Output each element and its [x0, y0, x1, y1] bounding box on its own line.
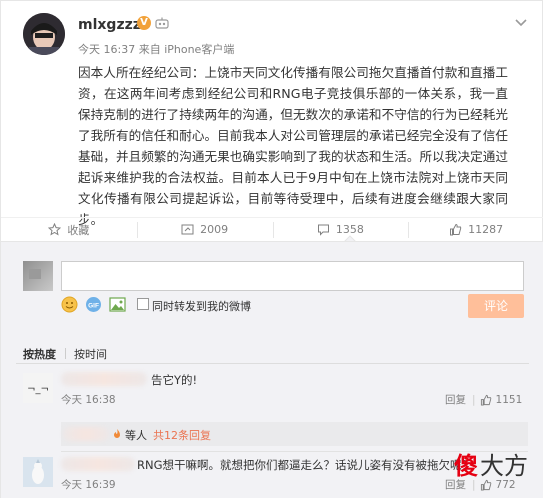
- divider: [16, 363, 529, 364]
- watermark-main: 傻: [454, 451, 478, 480]
- submit-comment-button[interactable]: 评论: [468, 294, 524, 318]
- tab-sort-time[interactable]: 按时间: [74, 346, 107, 362]
- chevron-down-icon[interactable]: [514, 15, 528, 29]
- like-button[interactable]: 11287: [408, 218, 543, 241]
- fire-icon: [114, 429, 120, 438]
- reply-prefix: 等人: [125, 429, 147, 442]
- comment-icon: [317, 224, 329, 236]
- image-icon[interactable]: [109, 296, 126, 313]
- star-icon: [48, 223, 62, 236]
- comment-text: RNG想干嘛啊。就想把你们都逼走么？话说儿姿有没有被拖欠呢？: [137, 458, 474, 472]
- robot-icon: [155, 17, 169, 29]
- blurred-username: [61, 372, 147, 386]
- comment-like-count: 1151: [495, 393, 523, 406]
- share-checkbox[interactable]: [137, 298, 149, 310]
- emoji-icon[interactable]: [61, 296, 78, 313]
- sort-bar: 按热度 按时间: [1, 340, 543, 364]
- commenter-avatar[interactable]: ¬_¬: [23, 373, 53, 403]
- favorite-label: 收藏: [67, 223, 90, 237]
- favorite-button[interactable]: 收藏: [1, 218, 137, 241]
- svg-text:GIF: GIF: [88, 303, 99, 310]
- thumbs-up-icon[interactable]: [480, 394, 492, 406]
- verified-badge-icon: V: [137, 16, 151, 30]
- comment-button[interactable]: 1358: [272, 218, 409, 241]
- repost-button[interactable]: 2009: [136, 218, 273, 241]
- action-bar: 收藏 2009 1358 11287: [1, 217, 543, 241]
- watermark-sub: 大方: [480, 452, 528, 480]
- username[interactable]: mlxgzzz: [78, 17, 141, 33]
- tab-sort-hot[interactable]: 按热度: [23, 346, 56, 362]
- post-content: 因本人所在经纪公司：上饶市天同文化传播有限公司拖欠直播首付款和直播工资，在这两年…: [78, 65, 508, 227]
- commenter-avatar[interactable]: [23, 457, 53, 487]
- divider: [65, 348, 66, 359]
- site-watermark-logo: 傻 大方: [454, 446, 528, 481]
- repost-icon: [181, 224, 194, 235]
- thumbs-up-icon: [450, 223, 462, 236]
- divider: |: [472, 393, 476, 406]
- weibo-post-card: mlxgzzz V 今天 16:37 来自 iPhone客户端 因本人所在经纪公…: [0, 0, 543, 498]
- comment-time: 今天 16:39: [61, 479, 116, 491]
- comment-actions: 回复 | 1151: [445, 392, 522, 407]
- like-count: 11287: [468, 223, 504, 236]
- comment-text: 告它Y的!: [151, 373, 198, 387]
- comment-time: 今天 16:38: [61, 394, 116, 406]
- sub-reply-summary[interactable]: 等人 共12条回复: [61, 422, 528, 446]
- post-time[interactable]: 今天 16:37: [78, 43, 135, 56]
- repost-count: 2009: [200, 223, 229, 236]
- post-meta: 今天 16:37 来自 iPhone客户端: [78, 41, 234, 57]
- post-source: 来自 iPhone客户端: [138, 43, 235, 56]
- share-label: 同时转发到我的微博: [152, 300, 251, 313]
- reply-button[interactable]: 回复: [445, 392, 466, 407]
- blurred-username: [63, 427, 109, 441]
- gif-icon[interactable]: GIF: [85, 296, 102, 313]
- comment-input[interactable]: [61, 261, 524, 291]
- user-avatar[interactable]: [23, 13, 65, 55]
- svg-text:¬_¬: ¬_¬: [27, 384, 49, 395]
- current-user-avatar: [23, 261, 53, 291]
- view-replies-link[interactable]: 共12条回复: [153, 427, 211, 443]
- blurred-username: [61, 457, 135, 471]
